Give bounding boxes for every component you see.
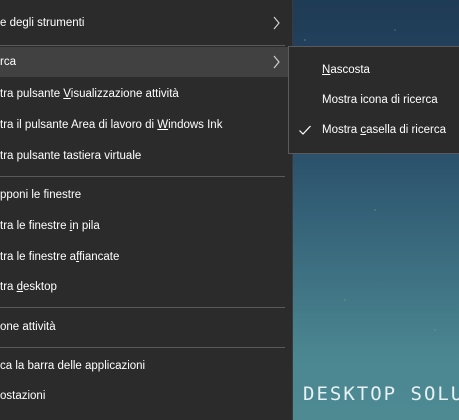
- menu-item-show-windows-ink-button[interactable]: tra il pulsante Area di lavoro di Window…: [0, 110, 292, 140]
- menu-item-label: rca: [0, 56, 16, 68]
- chevron-right-icon: [273, 55, 280, 69]
- search-submenu: Nascosta Mostra icona di ricerca Mostra …: [288, 46, 459, 154]
- menu-item-taskbar-settings[interactable]: ostazioni: [0, 381, 292, 411]
- menu-item-label: ostazioni: [0, 390, 46, 402]
- menu-item-label: tra le finestre affiancate: [0, 251, 120, 263]
- submenu-item-label: Nascosta: [322, 64, 370, 76]
- chevron-right-icon: [273, 16, 280, 30]
- submenu-item-label: Mostra casella di ricerca: [322, 124, 446, 136]
- submenu-item-label: Mostra icona di ricerca: [322, 94, 438, 106]
- menu-separator: [0, 307, 285, 308]
- menu-item-label: pponi le finestre: [0, 189, 82, 201]
- menu-item-search[interactable]: rca: [0, 47, 292, 77]
- submenu-item-hidden[interactable]: Nascosta: [289, 55, 459, 85]
- menu-item-label: tra pulsante Visualizzazione attività: [0, 88, 179, 100]
- wallpaper-brand-text: DESKTOP SOLU: [303, 383, 459, 405]
- checkmark-icon: [299, 125, 311, 135]
- menu-item-task-manager[interactable]: one attività: [0, 312, 292, 342]
- menu-separator: [0, 176, 285, 177]
- submenu-item-show-search-box[interactable]: Mostra casella di ricerca: [289, 115, 459, 145]
- menu-separator: [0, 45, 285, 46]
- menu-item-label: ca la barra delle applicazioni: [0, 360, 146, 372]
- menu-item-label: tra il pulsante Area di lavoro di Window…: [0, 119, 223, 131]
- menu-item-label: tra le finestre in pila: [0, 220, 100, 232]
- menu-item-lock-taskbar[interactable]: ca la barra delle applicazioni: [0, 351, 292, 381]
- menu-item-label: tra desktop: [0, 281, 57, 293]
- menu-item-label: one attività: [0, 321, 56, 333]
- submenu-item-show-search-icon[interactable]: Mostra icona di ricerca: [289, 85, 459, 115]
- menu-item-show-touch-keyboard-button[interactable]: tra pulsante tastiera virtuale: [0, 141, 292, 171]
- menu-separator: [0, 347, 285, 348]
- menu-item-side-by-side-windows[interactable]: tra le finestre affiancate: [0, 242, 292, 272]
- menu-item-cascade-windows[interactable]: pponi le finestre: [0, 180, 292, 210]
- menu-item-show-desktop[interactable]: tra desktop: [0, 272, 292, 302]
- menu-item-toolbars[interactable]: e degli strumenti: [0, 8, 292, 38]
- menu-item-stack-windows[interactable]: tra le finestre in pila: [0, 211, 292, 241]
- menu-item-label: tra pulsante tastiera virtuale: [0, 150, 142, 162]
- menu-item-show-task-view-button[interactable]: tra pulsante Visualizzazione attività: [0, 79, 292, 109]
- menu-item-label: e degli strumenti: [0, 17, 85, 29]
- taskbar-context-menu: e degli strumenti rca tra pulsante Visua…: [0, 0, 293, 420]
